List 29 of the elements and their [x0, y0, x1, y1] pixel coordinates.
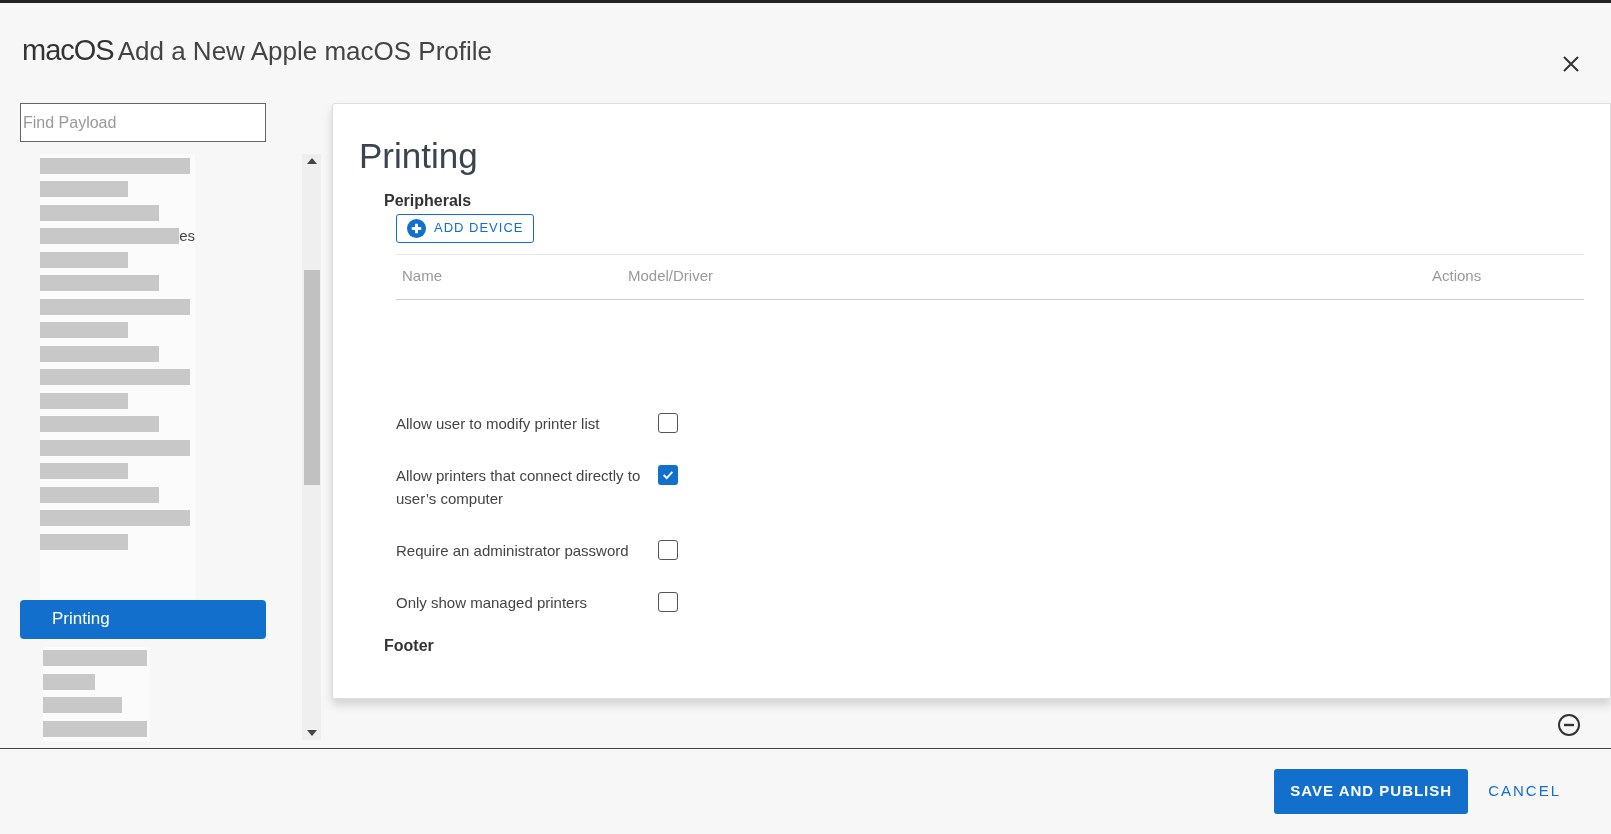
column-header: Actions — [1432, 266, 1483, 287]
option-label: Allow user to modify printer list — [396, 413, 601, 434]
option-label: Only show managed printers — [396, 592, 588, 613]
column-header: Name — [401, 266, 443, 287]
cancel-button[interactable]: CANCEL — [1488, 780, 1561, 803]
save-and-publish-button[interactable]: SAVE AND PUBLISH — [1274, 769, 1469, 814]
scroll-up-icon[interactable] — [306, 158, 317, 164]
section-heading: Peripherals — [384, 190, 473, 211]
panel-title: Printing — [359, 135, 479, 177]
search-field[interactable]: Find Payload — [20, 103, 266, 142]
logo: macOS — [22, 33, 114, 69]
column-header: Model/Driver — [628, 266, 715, 287]
option-label: Require an administrator password — [396, 540, 630, 561]
dialog-title: Add a New Apple macOS Profile — [117, 35, 492, 69]
remove-icon[interactable] — [1557, 713, 1581, 737]
scrollbar[interactable] — [302, 154, 321, 740]
scroll-down-icon[interactable] — [306, 730, 317, 736]
checked-checkbox[interactable] — [658, 464, 678, 485]
option-label: Allow printers that connect directly to user’s computer — [396, 465, 642, 509]
scrollbar-thumb[interactable] — [303, 269, 320, 485]
add-device-button[interactable]: ADD DEVICE — [396, 213, 535, 243]
sidebar-item[interactable]: Printing — [20, 599, 266, 639]
checkbox[interactable] — [658, 412, 678, 433]
item-text-fragment: es — [179, 228, 195, 245]
redacted-bar — [43, 673, 95, 690]
checkbox[interactable] — [658, 591, 678, 612]
plus-circle-icon — [407, 218, 426, 238]
section-heading: Footer — [384, 635, 435, 656]
checkbox[interactable] — [658, 539, 678, 560]
